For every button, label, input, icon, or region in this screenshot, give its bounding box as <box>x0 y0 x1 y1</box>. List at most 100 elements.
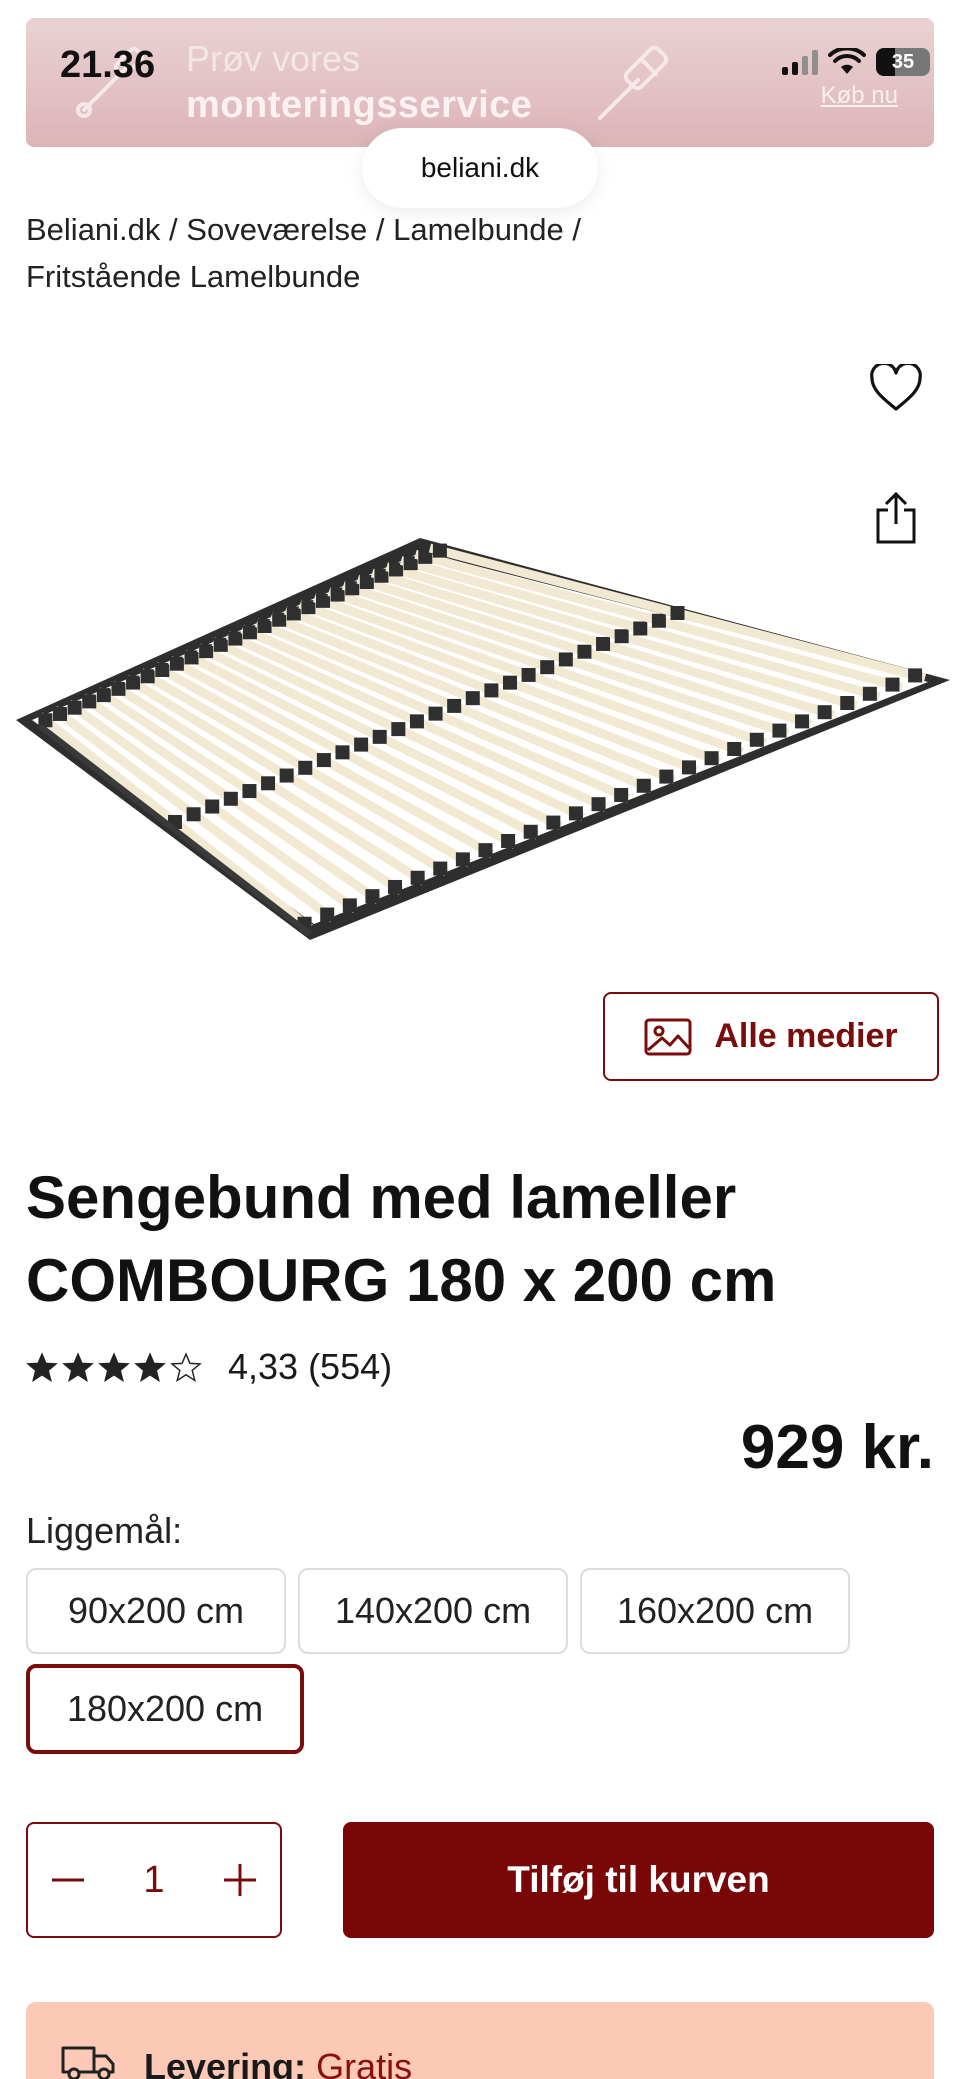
slat-holder <box>908 668 923 683</box>
slat-holder <box>320 907 335 922</box>
cellular-signal-icon <box>782 49 818 75</box>
all-media-button[interactable]: Alle medier <box>603 992 939 1081</box>
favorite-button[interactable] <box>866 358 926 418</box>
status-time: 21.36 <box>60 44 156 86</box>
slat-holder <box>140 669 155 684</box>
product-image[interactable] <box>10 530 950 950</box>
slat-holder <box>478 843 493 858</box>
star-icon <box>170 1352 202 1382</box>
slat-holder <box>223 791 238 806</box>
delivery-label: Levering: <box>144 2046 307 2079</box>
breadcrumb-slatted-bases[interactable]: Lamelbunde <box>393 212 564 247</box>
slat-holder <box>186 807 201 822</box>
slat-holder <box>614 787 629 802</box>
star-icon <box>62 1352 94 1382</box>
slat-holder <box>242 784 257 799</box>
slat-holder <box>591 797 606 812</box>
slat-holder <box>614 629 629 644</box>
slat-holder <box>342 898 357 913</box>
slat-holder <box>257 618 272 633</box>
add-to-cart-button[interactable]: Tilføj til kurven <box>343 1822 934 1938</box>
slat-holder <box>242 625 257 640</box>
slat-holder <box>727 741 742 756</box>
slat-holder <box>862 686 877 701</box>
url-bar[interactable]: beliani.dk <box>362 128 598 208</box>
minus-icon[interactable] <box>50 1862 86 1898</box>
delivery-value: Gratis <box>316 2046 413 2079</box>
slat-holder <box>433 861 448 876</box>
breadcrumb-home[interactable]: Beliani.dk <box>26 212 160 247</box>
slat-holder <box>633 621 648 636</box>
breadcrumb-bedroom[interactable]: Soveværelse <box>186 212 367 247</box>
slat-holder <box>749 732 764 747</box>
slat-holder <box>428 706 443 721</box>
size-label: Liggemål: <box>26 1510 183 1551</box>
size-option-180x200[interactable]: 180x200 cm <box>26 1664 304 1754</box>
slat-holder <box>354 737 369 752</box>
slat-holder <box>521 667 536 682</box>
breadcrumb: Beliani.dk / Soveværelse / Lamelbunde / … <box>26 206 926 300</box>
slat-holder <box>558 652 573 667</box>
slat-holder <box>651 613 666 628</box>
slat-holder <box>447 698 462 713</box>
slat-holder <box>523 824 538 839</box>
slat-holder <box>704 751 719 766</box>
plus-icon[interactable] <box>222 1862 258 1898</box>
slat-holder <box>301 600 316 615</box>
slat-holder <box>681 760 696 775</box>
battery-icon: 35 <box>876 48 930 76</box>
slat-holder <box>199 644 214 659</box>
slat-holder <box>316 753 331 768</box>
slat-holder <box>213 637 228 652</box>
slat-holder <box>67 700 82 715</box>
slat-holder <box>82 694 97 709</box>
star-icon <box>26 1352 58 1382</box>
slat-holder <box>335 745 350 760</box>
breadcrumb-separator: / <box>375 212 385 247</box>
quantity-stepper: 1 <box>26 1822 282 1938</box>
slat-holder <box>455 852 470 867</box>
wifi-icon <box>828 48 866 74</box>
slat-holder <box>184 650 199 665</box>
rating-stars <box>26 1352 202 1382</box>
slat-holder <box>501 833 516 848</box>
slat-holder <box>53 706 68 721</box>
slat-holder <box>659 769 674 784</box>
size-option-90x200[interactable]: 90x200 cm <box>26 1568 286 1654</box>
slat-holder <box>261 776 276 791</box>
slat-holder <box>568 806 583 821</box>
screwdriver-icon <box>598 45 669 120</box>
slat-holder <box>298 760 313 775</box>
slat-holder <box>409 714 424 729</box>
product-price: 929 kr. <box>740 1413 934 1482</box>
slat-holder <box>286 606 301 621</box>
slat-holder <box>410 870 425 885</box>
slat-holder <box>372 729 387 744</box>
slat-holder <box>111 681 126 696</box>
slat-holder <box>670 606 685 620</box>
star-icon <box>134 1352 166 1382</box>
breadcrumb-freestanding[interactable]: Fritstående Lamelbunde <box>26 259 360 294</box>
slat-holder <box>772 723 787 738</box>
slat-holder <box>885 677 900 692</box>
product-rating[interactable]: 4,33 (554) <box>26 1346 392 1388</box>
size-option-140x200[interactable]: 140x200 cm <box>298 1568 568 1654</box>
truck-icon <box>61 2046 115 2079</box>
status-icons: 35 <box>782 48 930 76</box>
slat-holder <box>365 889 380 904</box>
breadcrumb-separator: / <box>169 212 178 247</box>
promo-buy-link[interactable]: Køb nu <box>821 82 898 110</box>
slat-holder <box>432 543 447 558</box>
size-option-160x200[interactable]: 160x200 cm <box>580 1568 850 1654</box>
breadcrumb-separator: / <box>572 212 581 247</box>
delivery-info: Levering: Gratis <box>26 2002 934 2079</box>
slat-holder <box>596 636 611 651</box>
slat-holder <box>279 768 294 783</box>
slat-holder <box>228 631 243 646</box>
slat-holder <box>169 656 184 671</box>
battery-level: 35 <box>891 50 915 73</box>
quantity-value[interactable]: 1 <box>143 1859 164 1902</box>
image-icon <box>644 1018 692 1055</box>
slat-holder <box>546 815 561 830</box>
product-title: Sengebund med lameller COMBOURG 180 x 20… <box>26 1164 777 1314</box>
